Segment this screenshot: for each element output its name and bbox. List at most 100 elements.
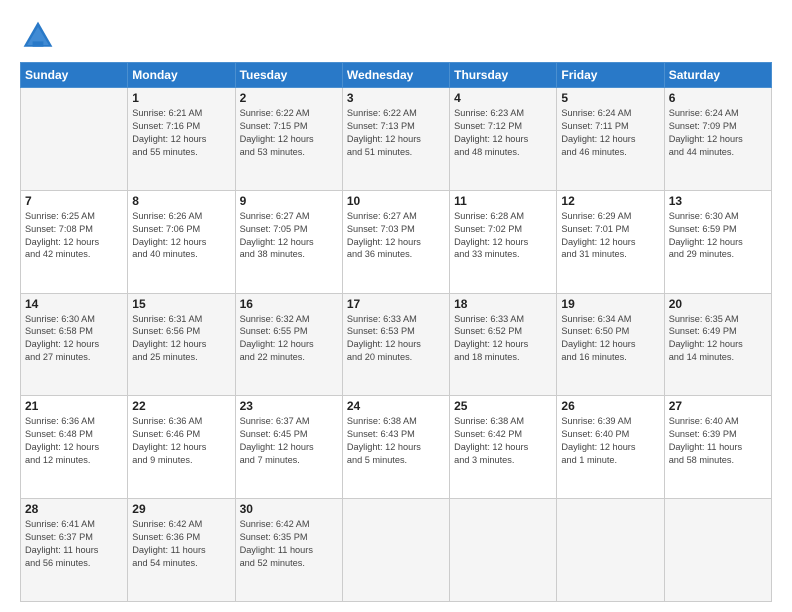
- day-info: Sunrise: 6:22 AM Sunset: 7:13 PM Dayligh…: [347, 107, 445, 159]
- calendar-cell: 17 Sunrise: 6:33 AM Sunset: 6:53 PM Dayli…: [342, 293, 449, 396]
- calendar-cell: 25 Sunrise: 6:38 AM Sunset: 6:42 PM Dayli…: [450, 396, 557, 499]
- calendar-cell: [664, 499, 771, 602]
- day-info: Sunrise: 6:36 AM Sunset: 6:48 PM Dayligh…: [25, 415, 123, 467]
- calendar-cell: [450, 499, 557, 602]
- calendar-week-row: 1 Sunrise: 6:21 AM Sunset: 7:16 PM Daylig…: [21, 88, 772, 191]
- day-number: 1: [132, 91, 230, 105]
- day-number: 19: [561, 297, 659, 311]
- calendar-cell: 22Sunrise: 6:36 AM Sunset: 6:46 PM Dayli…: [128, 396, 235, 499]
- day-info: Sunrise: 6:40 AM Sunset: 6:39 PM Dayligh…: [669, 415, 767, 467]
- day-info: Sunrise: 6:21 AM Sunset: 7:16 PM Dayligh…: [132, 107, 230, 159]
- calendar-cell: 14 Sunrise: 6:30 AM Sunset: 6:58 PM Dayli…: [21, 293, 128, 396]
- day-info: Sunrise: 6:26 AM Sunset: 7:06 PM Dayligh…: [132, 210, 230, 262]
- weekday-header-monday: Monday: [128, 63, 235, 88]
- day-info: Sunrise: 6:31 AM Sunset: 6:56 PM Dayligh…: [132, 313, 230, 365]
- day-number: 15: [132, 297, 230, 311]
- day-info: Sunrise: 6:37 AM Sunset: 6:45 PM Dayligh…: [240, 415, 338, 467]
- calendar-table: SundayMondayTuesdayWednesdayThursdayFrid…: [20, 62, 772, 602]
- calendar-cell: 5 Sunrise: 6:24 AM Sunset: 7:11 PM Daylig…: [557, 88, 664, 191]
- weekday-header-tuesday: Tuesday: [235, 63, 342, 88]
- day-number: 4: [454, 91, 552, 105]
- day-number: 5: [561, 91, 659, 105]
- day-info: Sunrise: 6:29 AM Sunset: 7:01 PM Dayligh…: [561, 210, 659, 262]
- calendar-cell: 9 Sunrise: 6:27 AM Sunset: 7:05 PM Daylig…: [235, 190, 342, 293]
- weekday-header-friday: Friday: [557, 63, 664, 88]
- calendar-cell: [21, 88, 128, 191]
- calendar-cell: 16 Sunrise: 6:32 AM Sunset: 6:55 PM Dayli…: [235, 293, 342, 396]
- calendar-cell: 28 Sunrise: 6:41 AM Sunset: 6:37 PM Dayli…: [21, 499, 128, 602]
- day-number: 24: [347, 399, 445, 413]
- weekday-header-sunday: Sunday: [21, 63, 128, 88]
- day-number: 25: [454, 399, 552, 413]
- calendar-cell: 26 Sunrise: 6:39 AM Sunset: 6:40 PM Dayli…: [557, 396, 664, 499]
- day-number: 14: [25, 297, 123, 311]
- calendar-cell: 6 Sunrise: 6:24 AM Sunset: 7:09 PM Daylig…: [664, 88, 771, 191]
- day-info: Sunrise: 6:32 AM Sunset: 6:55 PM Dayligh…: [240, 313, 338, 365]
- day-number: 9: [240, 194, 338, 208]
- page: SundayMondayTuesdayWednesdayThursdayFrid…: [0, 0, 792, 612]
- day-number: 17: [347, 297, 445, 311]
- day-number: 3: [347, 91, 445, 105]
- day-info: Sunrise: 6:38 AM Sunset: 6:42 PM Dayligh…: [454, 415, 552, 467]
- weekday-header-wednesday: Wednesday: [342, 63, 449, 88]
- calendar-cell: 15 Sunrise: 6:31 AM Sunset: 6:56 PM Dayli…: [128, 293, 235, 396]
- calendar-cell: 4 Sunrise: 6:23 AM Sunset: 7:12 PM Daylig…: [450, 88, 557, 191]
- calendar-week-row: 28 Sunrise: 6:41 AM Sunset: 6:37 PM Dayli…: [21, 499, 772, 602]
- day-info: Sunrise: 6:33 AM Sunset: 6:53 PM Dayligh…: [347, 313, 445, 365]
- day-number: 16: [240, 297, 338, 311]
- calendar-cell: 30Sunrise: 6:42 AM Sunset: 6:35 PM Dayli…: [235, 499, 342, 602]
- day-info: Sunrise: 6:22 AM Sunset: 7:15 PM Dayligh…: [240, 107, 338, 159]
- day-number: 28: [25, 502, 123, 516]
- calendar-cell: 8 Sunrise: 6:26 AM Sunset: 7:06 PM Daylig…: [128, 190, 235, 293]
- day-info: Sunrise: 6:25 AM Sunset: 7:08 PM Dayligh…: [25, 210, 123, 262]
- calendar-cell: 1 Sunrise: 6:21 AM Sunset: 7:16 PM Daylig…: [128, 88, 235, 191]
- day-number: 2: [240, 91, 338, 105]
- day-number: 30: [240, 502, 338, 516]
- day-info: Sunrise: 6:41 AM Sunset: 6:37 PM Dayligh…: [25, 518, 123, 570]
- day-info: Sunrise: 6:24 AM Sunset: 7:11 PM Dayligh…: [561, 107, 659, 159]
- day-info: Sunrise: 6:35 AM Sunset: 6:49 PM Dayligh…: [669, 313, 767, 365]
- day-info: Sunrise: 6:30 AM Sunset: 6:58 PM Dayligh…: [25, 313, 123, 365]
- generalblue-logo-icon: [20, 18, 56, 54]
- day-info: Sunrise: 6:24 AM Sunset: 7:09 PM Dayligh…: [669, 107, 767, 159]
- day-number: 20: [669, 297, 767, 311]
- calendar-cell: 3 Sunrise: 6:22 AM Sunset: 7:13 PM Daylig…: [342, 88, 449, 191]
- header: [20, 18, 772, 54]
- calendar-cell: 12 Sunrise: 6:29 AM Sunset: 7:01 PM Dayli…: [557, 190, 664, 293]
- day-number: 21: [25, 399, 123, 413]
- calendar-cell: [342, 499, 449, 602]
- day-number: 13: [669, 194, 767, 208]
- weekday-header-saturday: Saturday: [664, 63, 771, 88]
- calendar-week-row: 14 Sunrise: 6:30 AM Sunset: 6:58 PM Dayli…: [21, 293, 772, 396]
- calendar-cell: 23Sunrise: 6:37 AM Sunset: 6:45 PM Dayli…: [235, 396, 342, 499]
- day-number: 26: [561, 399, 659, 413]
- day-number: 12: [561, 194, 659, 208]
- day-info: Sunrise: 6:28 AM Sunset: 7:02 PM Dayligh…: [454, 210, 552, 262]
- calendar-cell: 21 Sunrise: 6:36 AM Sunset: 6:48 PM Dayli…: [21, 396, 128, 499]
- calendar-cell: 11 Sunrise: 6:28 AM Sunset: 7:02 PM Dayli…: [450, 190, 557, 293]
- day-info: Sunrise: 6:34 AM Sunset: 6:50 PM Dayligh…: [561, 313, 659, 365]
- day-info: Sunrise: 6:42 AM Sunset: 6:36 PM Dayligh…: [132, 518, 230, 570]
- calendar-cell: 2 Sunrise: 6:22 AM Sunset: 7:15 PM Daylig…: [235, 88, 342, 191]
- day-number: 18: [454, 297, 552, 311]
- calendar-cell: 18 Sunrise: 6:33 AM Sunset: 6:52 PM Dayli…: [450, 293, 557, 396]
- weekday-header-row: SundayMondayTuesdayWednesdayThursdayFrid…: [21, 63, 772, 88]
- day-info: Sunrise: 6:36 AM Sunset: 6:46 PM Dayligh…: [132, 415, 230, 467]
- day-number: 27: [669, 399, 767, 413]
- day-info: Sunrise: 6:27 AM Sunset: 7:05 PM Dayligh…: [240, 210, 338, 262]
- day-info: Sunrise: 6:38 AM Sunset: 6:43 PM Dayligh…: [347, 415, 445, 467]
- calendar-cell: 7 Sunrise: 6:25 AM Sunset: 7:08 PM Daylig…: [21, 190, 128, 293]
- day-number: 8: [132, 194, 230, 208]
- calendar-week-row: 7 Sunrise: 6:25 AM Sunset: 7:08 PM Daylig…: [21, 190, 772, 293]
- calendar-cell: 20 Sunrise: 6:35 AM Sunset: 6:49 PM Dayli…: [664, 293, 771, 396]
- day-info: Sunrise: 6:39 AM Sunset: 6:40 PM Dayligh…: [561, 415, 659, 467]
- calendar-cell: 19 Sunrise: 6:34 AM Sunset: 6:50 PM Dayli…: [557, 293, 664, 396]
- day-info: Sunrise: 6:33 AM Sunset: 6:52 PM Dayligh…: [454, 313, 552, 365]
- day-number: 11: [454, 194, 552, 208]
- day-number: 29: [132, 502, 230, 516]
- day-number: 7: [25, 194, 123, 208]
- day-number: 6: [669, 91, 767, 105]
- calendar-cell: 27 Sunrise: 6:40 AM Sunset: 6:39 PM Dayli…: [664, 396, 771, 499]
- calendar-cell: 13Sunrise: 6:30 AM Sunset: 6:59 PM Dayli…: [664, 190, 771, 293]
- day-info: Sunrise: 6:23 AM Sunset: 7:12 PM Dayligh…: [454, 107, 552, 159]
